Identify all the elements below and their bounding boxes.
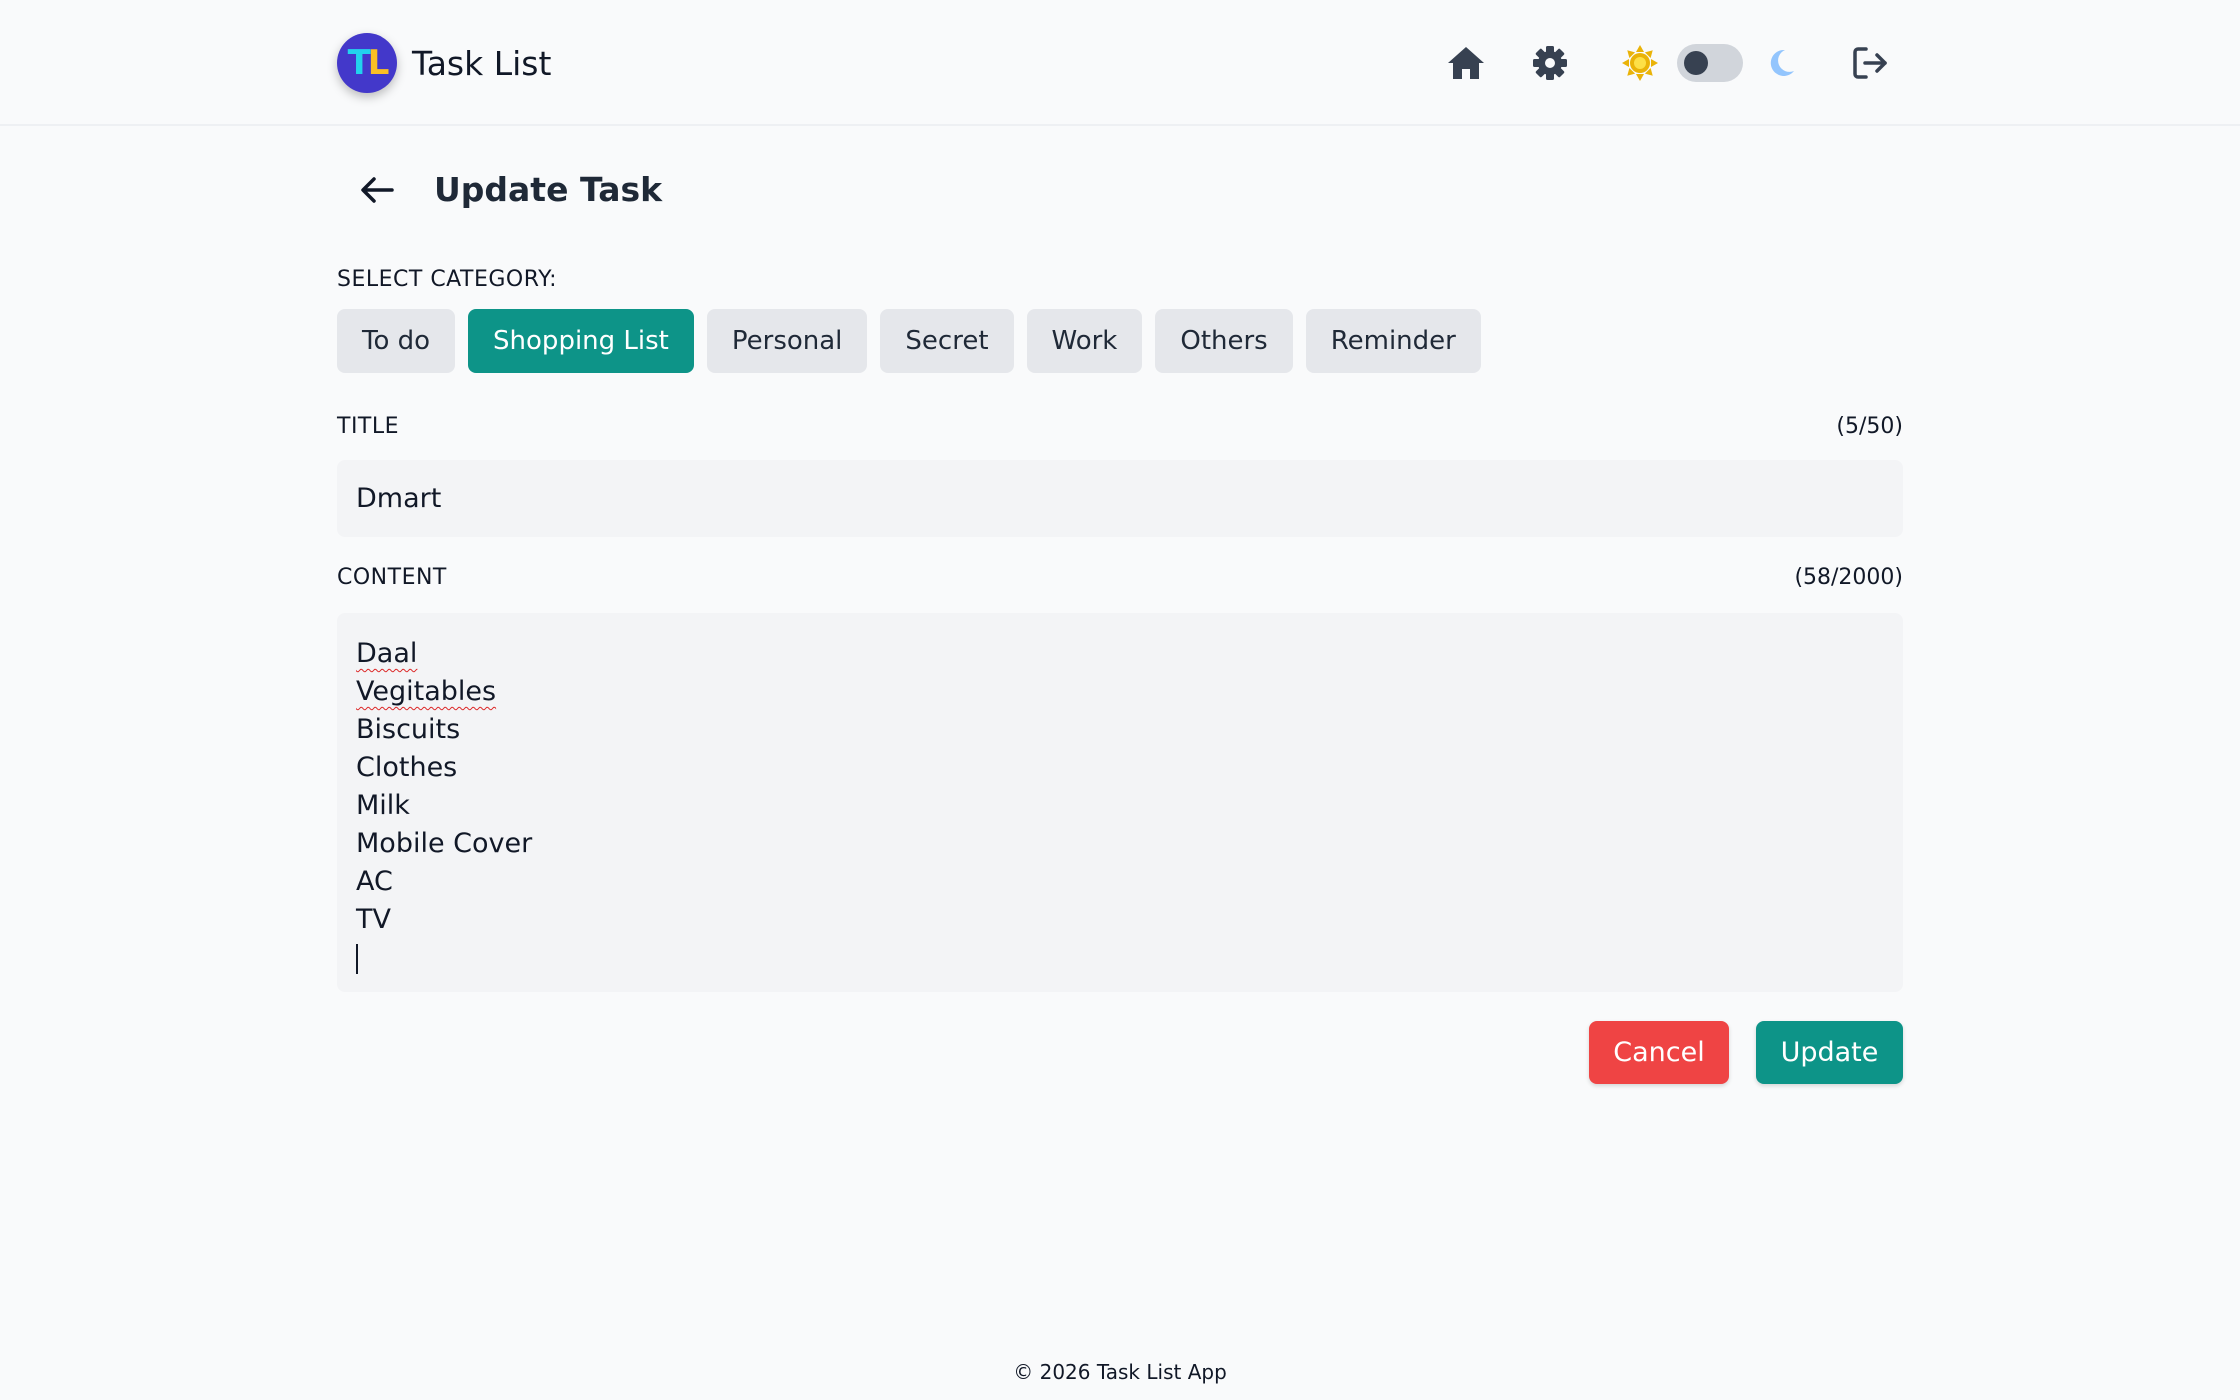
content-label: CONTENT xyxy=(337,565,447,590)
app-logo: TL xyxy=(337,33,397,93)
top-navbar: TL Task List xyxy=(0,0,2240,126)
text-caret xyxy=(356,943,358,974)
content-line: Milk xyxy=(356,790,410,821)
content-line: Vegitables xyxy=(356,673,1884,711)
category-selector: To do Shopping List Personal Secret Work… xyxy=(337,309,1494,373)
page-title: Update Task xyxy=(434,170,663,209)
content-line-text: Daal xyxy=(356,638,418,669)
category-personal[interactable]: Personal xyxy=(706,309,868,373)
content-counter: (58/2000) xyxy=(1794,565,1903,590)
title-value: Dmart xyxy=(356,483,442,514)
logout-icon[interactable] xyxy=(1848,40,1894,86)
home-icon[interactable] xyxy=(1443,40,1489,86)
gear-icon[interactable] xyxy=(1527,40,1573,86)
content-line: Clothes xyxy=(356,752,458,783)
content-textarea[interactable]: Daal Vegitables Biscuits Clothes Milk Mo… xyxy=(337,613,1903,992)
category-shopping-list[interactable]: Shopping List xyxy=(468,309,694,373)
category-reminder[interactable]: Reminder xyxy=(1305,309,1481,373)
back-button[interactable] xyxy=(352,168,402,212)
cancel-button[interactable]: Cancel xyxy=(1589,1021,1729,1084)
title-label: TITLE xyxy=(337,414,400,439)
footer-copyright: © 2026 Task List App xyxy=(1013,1360,1227,1384)
content-line: AC xyxy=(356,866,393,897)
logo-letter-t: T xyxy=(347,43,371,83)
content-line: Mobile Cover xyxy=(356,828,533,859)
arrow-left-icon xyxy=(361,177,394,203)
content-line: Daal xyxy=(356,635,1884,673)
category-secret[interactable]: Secret xyxy=(880,309,1014,373)
title-input[interactable]: Dmart xyxy=(337,460,1903,537)
category-todo[interactable]: To do xyxy=(337,309,456,373)
moon-icon xyxy=(1758,40,1804,86)
category-label: SELECT CATEGORY: xyxy=(337,267,558,292)
theme-toggle[interactable] xyxy=(1677,44,1743,82)
content-line-text: Vegitables xyxy=(356,676,497,707)
content-line: TV xyxy=(356,904,391,935)
logo-letter-l: L xyxy=(367,43,390,83)
sun-icon xyxy=(1617,40,1663,86)
update-button[interactable]: Update xyxy=(1756,1021,1903,1084)
category-work[interactable]: Work xyxy=(1026,309,1143,373)
app-title: Task List xyxy=(412,43,552,83)
content-line: Biscuits xyxy=(356,714,461,745)
toggle-knob xyxy=(1684,51,1708,75)
category-others[interactable]: Others xyxy=(1155,309,1293,373)
brand[interactable]: TL Task List xyxy=(337,33,551,93)
text-caret-line xyxy=(356,939,1884,977)
title-counter: (5/50) xyxy=(1836,414,1903,439)
